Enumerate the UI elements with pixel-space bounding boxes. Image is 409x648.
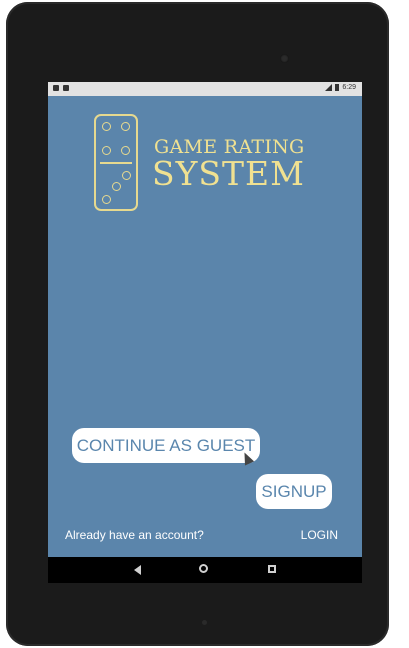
account-prompt-text: Already have an account?: [65, 528, 204, 542]
domino-pip: [102, 122, 111, 131]
notification-icons: [53, 85, 69, 91]
signal-icon: [325, 84, 333, 91]
domino-icon: [94, 114, 138, 211]
signup-button[interactable]: SIGNUP: [256, 474, 332, 509]
back-icon[interactable]: [134, 565, 141, 575]
domino-pip: [122, 171, 131, 180]
battery-icon: [335, 84, 340, 91]
domino-divider: [100, 162, 132, 164]
notification-icon: [63, 85, 69, 91]
domino-pip: [121, 122, 130, 131]
notification-icon: [53, 85, 59, 91]
navigation-bar: [48, 557, 362, 583]
domino-pip: [102, 195, 111, 204]
status-bar: 6:29: [48, 82, 362, 96]
login-link[interactable]: LOGIN: [301, 528, 338, 542]
domino-pip: [121, 146, 130, 155]
app-title-line2: SYSTEM: [152, 154, 305, 193]
continue-as-guest-button[interactable]: CONTINUE AS GUEST: [72, 428, 260, 463]
app-screen: 6:29 GAME RATING SYSTEM CONTINUE AS GUES…: [48, 82, 362, 583]
tablet-device-frame: 6:29 GAME RATING SYSTEM CONTINUE AS GUES…: [6, 2, 389, 646]
status-icons: 6:29: [325, 84, 356, 91]
domino-pip: [102, 146, 111, 155]
speaker-dot: [202, 620, 207, 625]
status-time: 6:29: [342, 84, 356, 91]
home-icon[interactable]: [199, 564, 208, 573]
domino-pip: [112, 182, 121, 191]
camera-icon: [280, 54, 289, 63]
recents-icon[interactable]: [268, 565, 276, 573]
